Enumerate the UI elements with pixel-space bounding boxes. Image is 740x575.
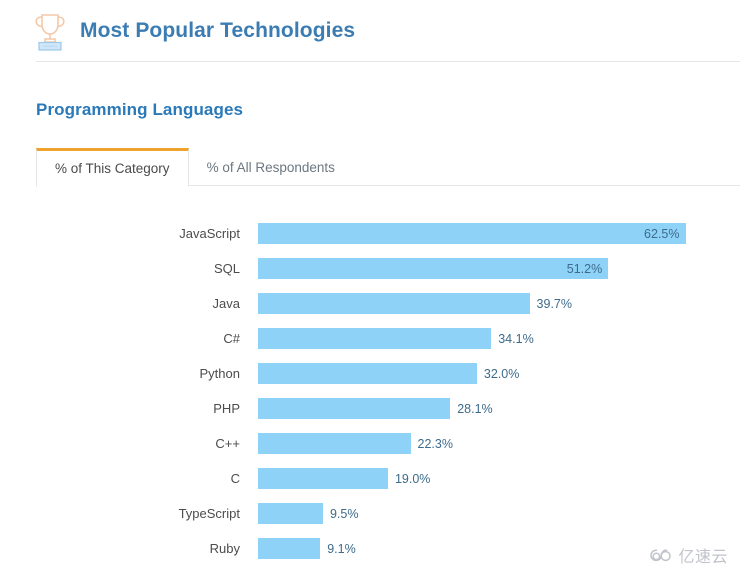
- chart-row: Ruby 9.1%: [36, 531, 740, 566]
- bar-value: 22.3%: [417, 436, 453, 451]
- chart-row: Python 32.0%: [36, 356, 740, 391]
- bar-value: 62.5%: [644, 226, 680, 241]
- bar-track: 62.5%: [258, 216, 740, 251]
- bar-chart: JavaScript 62.5% SQL 51.2% Java 39.7% C#…: [36, 216, 740, 566]
- bar[interactable]: [258, 503, 323, 524]
- bar-value: 9.1%: [327, 541, 356, 556]
- chart-row: PHP 28.1%: [36, 391, 740, 426]
- header-divider: [36, 61, 740, 62]
- chart-row: TypeScript 9.5%: [36, 496, 740, 531]
- bar-label: C#: [223, 331, 240, 346]
- section-programming-languages: Programming Languages % of This Category…: [0, 100, 740, 566]
- bar-label: PHP: [213, 401, 240, 416]
- bar-label: Java: [212, 296, 240, 311]
- chart-row: C# 34.1%: [36, 321, 740, 356]
- bar-value: 28.1%: [457, 401, 493, 416]
- bar[interactable]: [258, 363, 477, 384]
- bar[interactable]: [258, 468, 388, 489]
- bar-track: 32.0%: [258, 356, 740, 391]
- bar-track: 39.7%: [258, 286, 740, 321]
- tab-label: % of This Category: [55, 161, 170, 176]
- bar-value: 34.1%: [498, 331, 534, 346]
- bar-label: C: [230, 471, 240, 486]
- bar-value: 32.0%: [483, 366, 520, 381]
- bar[interactable]: 62.5%: [258, 223, 686, 244]
- bar-label: TypeScript: [178, 506, 240, 521]
- bar-label: Python: [199, 366, 240, 381]
- tab-list: % of This Category % of All Respondents: [36, 148, 740, 187]
- bar[interactable]: [258, 328, 492, 349]
- bar-value: 9.5%: [329, 506, 359, 521]
- bar-value: 39.7%: [536, 296, 572, 311]
- chart-row: C++ 22.3%: [36, 426, 740, 461]
- bar-value: 19.0%: [394, 471, 431, 486]
- bar[interactable]: [258, 398, 451, 419]
- page-header: Most Popular Technologies: [0, 0, 740, 62]
- watermark: 亿速云: [648, 543, 728, 567]
- section-title: Programming Languages: [36, 100, 244, 119]
- bar-track: 22.3%: [258, 426, 740, 461]
- bar-label: JavaScript: [179, 226, 240, 241]
- cloud-icon: [650, 548, 672, 561]
- bar-track: 28.1%: [258, 391, 740, 426]
- chart-row: SQL 51.2%: [36, 251, 740, 286]
- chart-row: C 19.0%: [36, 461, 740, 496]
- bar[interactable]: [258, 538, 321, 559]
- bar[interactable]: [258, 433, 411, 454]
- bar[interactable]: 51.2%: [258, 258, 609, 279]
- tab-percent-of-this-category[interactable]: % of This Category: [36, 148, 189, 187]
- tab-bar: % of This Category % of All Respondents: [36, 148, 740, 187]
- bar-value: 51.2%: [566, 261, 603, 276]
- bar-track: 51.2%: [258, 251, 740, 286]
- bar-label: C++: [215, 436, 240, 451]
- bar-label: Ruby: [209, 541, 240, 556]
- bar-track: 19.0%: [258, 461, 740, 496]
- chart-row: JavaScript 62.5%: [36, 216, 740, 251]
- bar[interactable]: [258, 293, 530, 314]
- bar-track: 9.5%: [258, 496, 740, 531]
- tab-percent-of-all-respondents[interactable]: % of All Respondents: [189, 148, 353, 186]
- bar-label: SQL: [213, 261, 240, 276]
- page-title: Most Popular Technologies: [80, 19, 356, 42]
- bar-track: 34.1%: [258, 321, 740, 356]
- trophy-icon: [30, 9, 70, 53]
- chart-row: Java 39.7%: [36, 286, 740, 321]
- tab-label: % of All Respondents: [206, 159, 335, 175]
- watermark-text: 亿速云: [678, 547, 728, 566]
